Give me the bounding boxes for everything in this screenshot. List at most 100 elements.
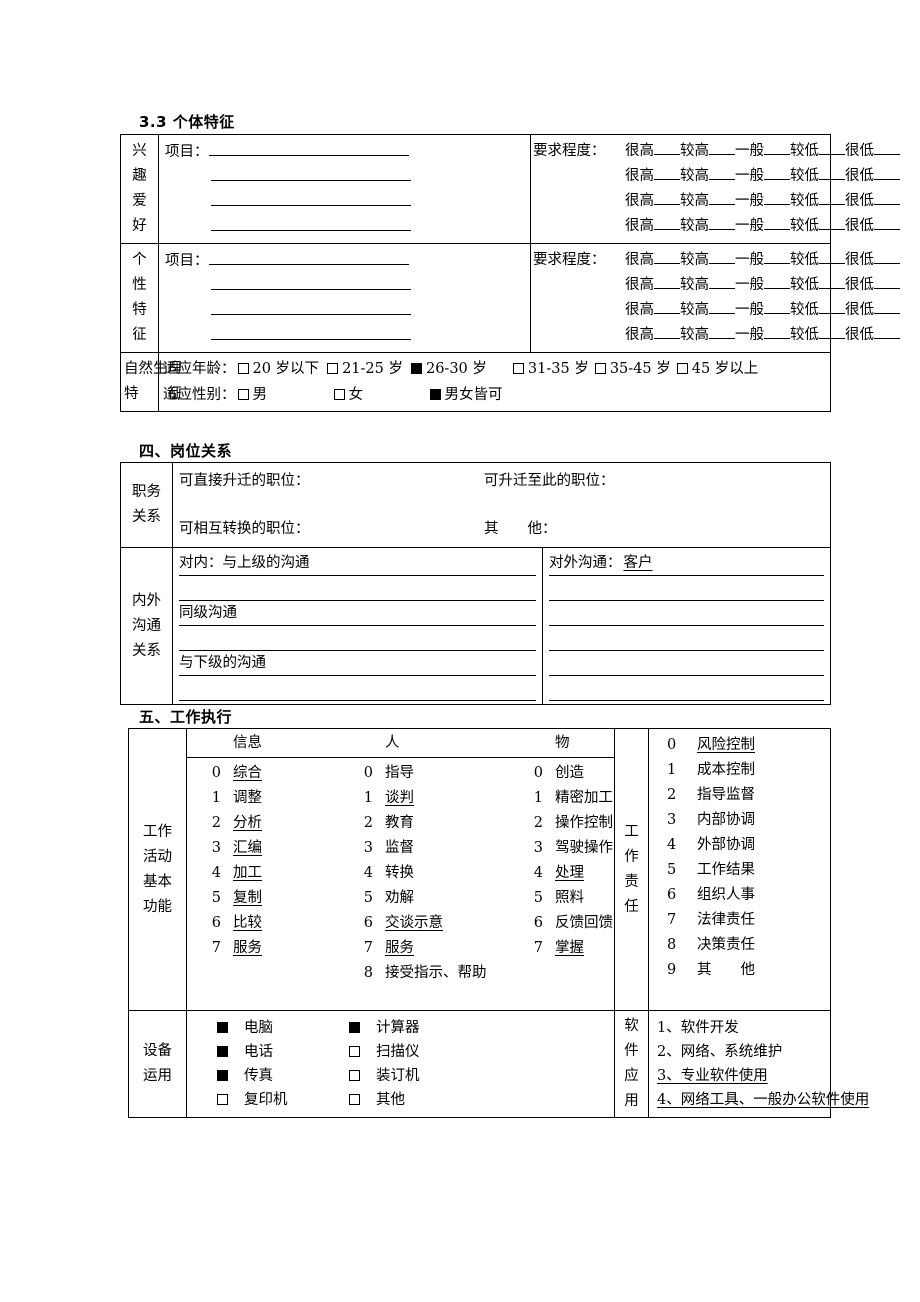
degree-blank[interactable]: [764, 323, 790, 339]
checkbox-checked-icon[interactable]: [217, 1070, 228, 1081]
degree-blank[interactable]: [819, 273, 845, 289]
checkbox-checked-icon[interactable]: [410, 363, 422, 374]
external-comm-blank[interactable]: [549, 576, 824, 601]
degree-blank[interactable]: [654, 298, 680, 314]
software-item[interactable]: 1、软件开发: [657, 1016, 830, 1040]
hobby-blank-4[interactable]: [211, 214, 411, 231]
gender-option[interactable]: 女: [332, 382, 428, 408]
age-option[interactable]: 45 岁以上: [675, 361, 758, 377]
personality-blank-4[interactable]: [211, 323, 411, 340]
checkbox-checked-icon[interactable]: [349, 1022, 360, 1033]
checkbox-icon[interactable]: [349, 1046, 360, 1057]
checkbox-icon[interactable]: [512, 363, 524, 374]
degree-blank[interactable]: [654, 273, 680, 289]
internal-comm-line[interactable]: 同级沟通: [179, 601, 536, 626]
hobby-blank-1[interactable]: [208, 139, 409, 156]
degree-blank[interactable]: [874, 273, 900, 289]
degree-blank[interactable]: [819, 298, 845, 314]
equipment-option[interactable]: 传真: [215, 1064, 347, 1088]
software-item[interactable]: 4、网络工具、一般办公软件使用: [657, 1088, 869, 1112]
internal-comm-line[interactable]: 对内：与上级的沟通: [179, 551, 536, 576]
degree-blank[interactable]: [709, 189, 735, 205]
checkbox-icon[interactable]: [237, 389, 249, 400]
internal-comm-blank[interactable]: [179, 676, 536, 701]
degree-blank[interactable]: [654, 139, 680, 155]
degree-blank[interactable]: [709, 214, 735, 230]
checkbox-checked-icon[interactable]: [217, 1046, 228, 1057]
degree-blank[interactable]: [764, 189, 790, 205]
checkbox-icon[interactable]: [676, 363, 688, 374]
software-item[interactable]: 2、网络、系统维护: [657, 1040, 830, 1064]
degree-blank[interactable]: [654, 164, 680, 180]
external-comm-blank[interactable]: [549, 651, 824, 676]
hobby-blank-2[interactable]: [211, 164, 411, 181]
checkbox-checked-icon[interactable]: [429, 389, 441, 400]
checkbox-icon[interactable]: [349, 1094, 360, 1105]
checkbox-checked-icon[interactable]: [217, 1022, 228, 1033]
degree-blank[interactable]: [874, 139, 900, 155]
degree-blank[interactable]: [764, 139, 790, 155]
degree-blank[interactable]: [654, 248, 680, 264]
degree-blank[interactable]: [764, 164, 790, 180]
degree-blank[interactable]: [764, 298, 790, 314]
checkbox-icon[interactable]: [327, 363, 339, 374]
personality-blank-3[interactable]: [211, 298, 411, 315]
checkbox-icon[interactable]: [333, 389, 345, 400]
equipment-option[interactable]: 装订机: [347, 1068, 420, 1084]
external-comm-blank[interactable]: [549, 676, 824, 701]
external-comm-line[interactable]: 对外沟通： 客户: [549, 551, 824, 576]
degree-blank[interactable]: [764, 214, 790, 230]
internal-comm-line[interactable]: 与下级的沟通: [179, 651, 536, 676]
degree-blank[interactable]: [819, 189, 845, 205]
personality-blank-2[interactable]: [211, 273, 411, 290]
equipment-option[interactable]: 电话: [215, 1040, 347, 1064]
internal-comm-blank[interactable]: [179, 626, 536, 651]
degree-blank[interactable]: [874, 214, 900, 230]
personality-blank-1[interactable]: [208, 248, 409, 265]
age-option[interactable]: 20 岁以下: [236, 361, 319, 377]
equipment-options-cell: 电脑 计算器 电话 扫描仪 传真 装订机 复印机 其他: [186, 1010, 615, 1118]
degree-blank[interactable]: [709, 248, 735, 264]
gender-option[interactable]: 男: [236, 382, 332, 408]
equipment-option[interactable]: 其他: [347, 1092, 405, 1108]
age-option[interactable]: 26-30 岁: [409, 361, 487, 377]
degree-blank[interactable]: [764, 273, 790, 289]
degree-blank[interactable]: [819, 323, 845, 339]
checkbox-icon[interactable]: [217, 1094, 228, 1105]
equipment-option[interactable]: 计算器: [347, 1020, 420, 1036]
equipment-row: 电话 扫描仪: [187, 1040, 614, 1064]
internal-comm-blank[interactable]: [179, 576, 536, 601]
age-option[interactable]: 31-35 岁: [511, 361, 589, 377]
checkbox-icon[interactable]: [594, 363, 606, 374]
degree-blank[interactable]: [764, 248, 790, 264]
software-item[interactable]: 3、专业软件使用: [657, 1064, 830, 1088]
degree-blank[interactable]: [874, 164, 900, 180]
checkbox-icon[interactable]: [349, 1070, 360, 1081]
equipment-option[interactable]: 电脑: [215, 1016, 347, 1040]
hobby-blank-3[interactable]: [211, 189, 411, 206]
degree-blank[interactable]: [709, 273, 735, 289]
checkbox-icon[interactable]: [237, 363, 249, 374]
external-comm-blank[interactable]: [549, 626, 824, 651]
degree-blank[interactable]: [874, 248, 900, 264]
degree-blank[interactable]: [819, 248, 845, 264]
degree-blank[interactable]: [709, 298, 735, 314]
age-option[interactable]: 21-25 岁: [325, 361, 403, 377]
degree-blank[interactable]: [709, 323, 735, 339]
external-comm-blank[interactable]: [549, 601, 824, 626]
degree-blank[interactable]: [819, 139, 845, 155]
degree-blank[interactable]: [819, 214, 845, 230]
equipment-option[interactable]: 扫描仪: [347, 1044, 420, 1060]
degree-blank[interactable]: [874, 323, 900, 339]
degree-blank[interactable]: [654, 189, 680, 205]
degree-blank[interactable]: [819, 164, 845, 180]
age-option[interactable]: 35-45 岁: [593, 361, 671, 377]
equipment-option[interactable]: 复印机: [215, 1088, 347, 1112]
degree-blank[interactable]: [709, 164, 735, 180]
degree-blank[interactable]: [654, 323, 680, 339]
degree-blank[interactable]: [874, 189, 900, 205]
degree-blank[interactable]: [709, 139, 735, 155]
gender-option[interactable]: 男女皆可: [428, 387, 503, 403]
degree-blank[interactable]: [654, 214, 680, 230]
degree-blank[interactable]: [874, 298, 900, 314]
